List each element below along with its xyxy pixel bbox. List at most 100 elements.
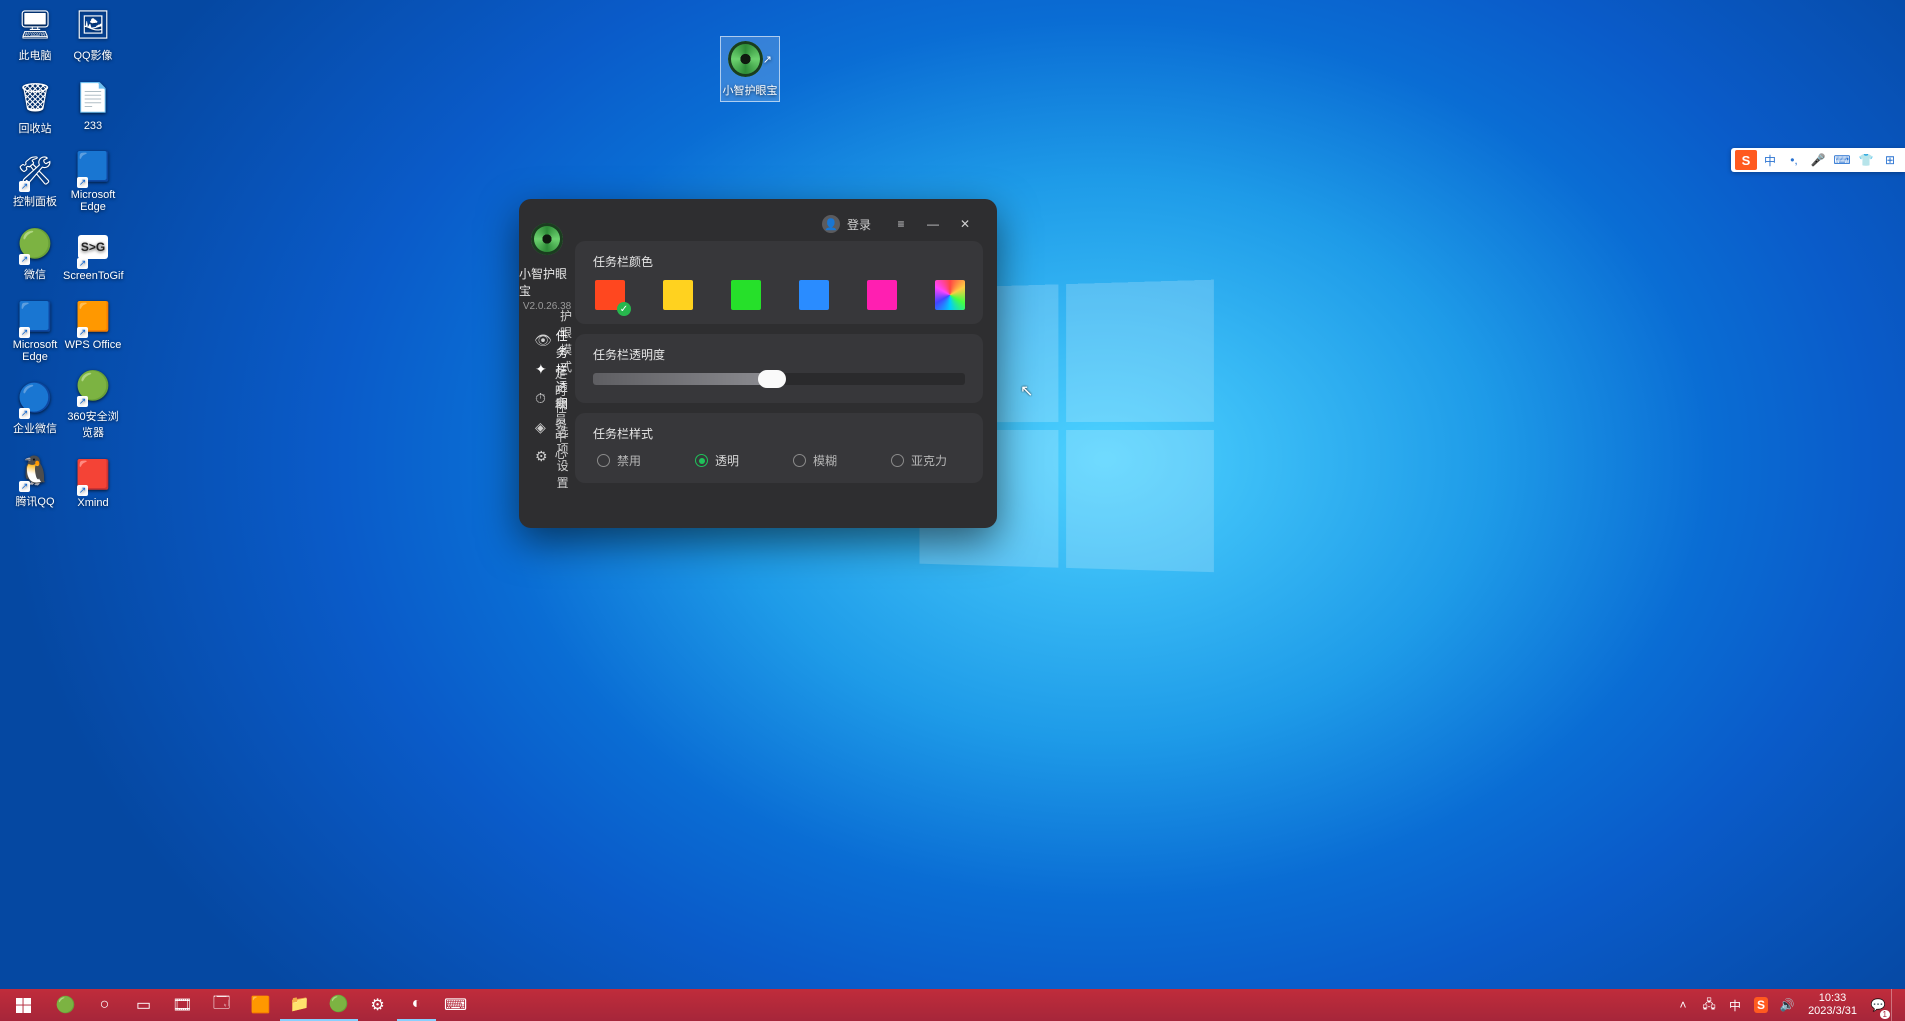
xiaozhi-taskbtn[interactable]: 🗔 (202, 989, 241, 1021)
wps-taskbtn[interactable]: 🟧 (241, 989, 280, 1021)
slider-thumb[interactable] (758, 370, 786, 388)
desktop-shortcut-label: ScreenToGif (63, 270, 124, 282)
nav-eyecare-icon: 👁 (535, 332, 551, 349)
desktop-shortcut-wechat-icon[interactable]: 🟢 ↗ 微信 (7, 223, 63, 282)
taskbar-clock[interactable]: 10:33 2023/3/31 (1800, 992, 1865, 1018)
style-radio-label: 禁用 (617, 452, 641, 469)
ime-toggle-taskbtn[interactable]: ⌨ (436, 989, 475, 1021)
s2gif-taskbtn-icon: 🎞 (172, 995, 192, 1015)
desktop-shortcut-trash-icon[interactable]: 🗑 回收站 (7, 77, 63, 136)
shortcut-arrow-icon: ↗ (77, 485, 88, 496)
desktop-shortcut-wework-icon[interactable]: 🔵 ↗ 企业微信 (7, 377, 63, 436)
desktop-shortcut-label: 此电脑 (19, 50, 52, 62)
style-radio-label: 模糊 (813, 452, 837, 469)
desktop-shortcut-label: WPS Office (65, 339, 122, 351)
ime-lang[interactable]: 中 (1759, 150, 1781, 170)
nav-vip-icon: ◈ (535, 419, 546, 436)
desktop-shortcut-textfile-icon[interactable]: 📄 233 (63, 77, 123, 132)
desktop-shortcut-label: 企业微信 (13, 423, 57, 435)
start-button[interactable] (0, 989, 46, 1021)
desktop-shortcut-qq-icon[interactable]: 🐧 ↗ 腾讯QQ (7, 450, 63, 509)
style-radio-acrylic[interactable]: 亚克力 (891, 452, 947, 469)
app-title: 小智护眼宝 (519, 265, 575, 299)
s2gif-taskbtn[interactable]: 🎞 (163, 989, 202, 1021)
cortana-taskbtn[interactable]: ○ (85, 989, 124, 1021)
opacity-slider[interactable] (593, 373, 965, 385)
desktop-shortcut-xmind-icon[interactable]: 🟥 ↗ Xmind (63, 454, 123, 509)
taskbar-time: 10:33 (1808, 992, 1857, 1005)
app-nav: 👁 护眼模式✦ 任务栏透明⏱ 定时任务◈ 会员中心⚙ 选项设置 (519, 326, 575, 471)
wechat-icon: 🟢 ↗ (13, 223, 57, 263)
tray-sogou-icon: S (1754, 997, 1768, 1013)
desktop-shortcut-label: Microsoft Edge (13, 339, 58, 363)
style-radio-blur[interactable]: 模糊 (793, 452, 837, 469)
tray-ime-zh[interactable]: 中 (1722, 989, 1748, 1021)
login-button[interactable]: 👤 登录 (822, 215, 871, 233)
shortcut-arrow-icon: ↗ (19, 481, 30, 492)
explorer-taskbtn[interactable]: 📁 (280, 989, 319, 1021)
tray-overflow[interactable]: ˄ (1670, 989, 1696, 1021)
shortcut-arrow-icon: ↗ (19, 181, 30, 192)
360-browser-taskbtn[interactable]: 🟢 (46, 989, 85, 1021)
color-swatch-yellow[interactable] (663, 280, 693, 310)
desktop-shortcut-label: QQ影像 (73, 50, 112, 62)
radio-dot-icon (891, 454, 904, 467)
taskview-taskbtn[interactable]: ▭ (124, 989, 163, 1021)
nav-options[interactable]: ⚙ 选项设置 (519, 442, 575, 471)
tray-sogou[interactable]: S (1748, 989, 1774, 1021)
ime-skin[interactable]: 👕 (1855, 150, 1877, 170)
desktop-shortcut-pc-icon[interactable]: 🖥 此电脑 (7, 4, 63, 63)
desktop-shortcut-qqimage-icon[interactable]: 🖼 QQ影像 (63, 4, 123, 63)
desktop-shortcut-label: 控制面板 (13, 196, 57, 208)
desktop-shortcut-edge-icon[interactable]: 🟦 ↗ Microsoft Edge (63, 146, 123, 213)
tray-volume[interactable]: 🔊 (1774, 989, 1800, 1021)
style-radio-disable[interactable]: 禁用 (597, 452, 641, 469)
minimize-button[interactable]: — (925, 217, 941, 231)
desktop-shortcut-label: 233 (84, 120, 102, 132)
ime-floating-bar[interactable]: S中•,🎤⌨👕⊞ (1731, 148, 1905, 172)
app-content: 👤 登录 ≡ — ✕ 任务栏颜色 任务栏透明度 任务栏样式 禁用 (575, 199, 997, 528)
style-radio-label: 亚克力 (911, 452, 947, 469)
tray-volume-icon: 🔊 (1780, 998, 1795, 1012)
cortana-taskbtn-icon: ○ (100, 996, 110, 1014)
ime-voice[interactable]: 🎤 (1807, 150, 1829, 170)
360-browser-taskbtn-icon: 🟢 (56, 995, 76, 1015)
desktop-shortcut-s2gif-icon[interactable]: S>G ↗ ScreenToGif (63, 227, 123, 282)
taskbar: 🟢○▭🎞🗔🟧📁🟢⚙◐⌨ ˄🖧中S🔊 10:33 2023/3/31 💬 1 (0, 989, 1905, 1021)
action-center-button[interactable]: 💬 1 (1865, 989, 1891, 1021)
xiaozhi-app-icon: ↗ (728, 39, 772, 79)
desktop-shortcut-360-icon[interactable]: 🟢 ↗ 360安全浏览器 (63, 365, 123, 440)
color-swatch-rainbow[interactable] (935, 280, 965, 310)
tray-overflow-icon: ˄ (1680, 998, 1687, 1012)
ime-keyboard[interactable]: ⌨ (1831, 150, 1853, 170)
color-swatch-magenta[interactable] (867, 280, 897, 310)
close-button[interactable]: ✕ (957, 217, 973, 231)
edge-icon: 🟦 ↗ (13, 296, 57, 336)
desktop-shortcut-edge-icon[interactable]: 🟦 ↗ Microsoft Edge (7, 296, 63, 363)
color-swatch-blue[interactable] (799, 280, 829, 310)
style-radio-transparent[interactable]: 透明 (695, 452, 739, 469)
ime-brand[interactable]: S (1735, 150, 1757, 170)
s2gif-icon: S>G ↗ (71, 227, 115, 267)
tray-network[interactable]: 🖧 (1696, 989, 1722, 1021)
ime-punct[interactable]: •, (1783, 150, 1805, 170)
desktop-shortcut-wps-icon[interactable]: 🟧 ↗ WPS Office (63, 296, 123, 351)
wechat-taskbtn[interactable]: 🟢 (319, 989, 358, 1021)
color-swatch-red[interactable] (595, 280, 625, 310)
desktop-shortcut-controlpanel-icon[interactable]: 🛠 ↗ 控制面板 (7, 150, 63, 209)
radio-dot-icon (597, 454, 610, 467)
hamburger-menu-icon[interactable]: ≡ (893, 217, 909, 231)
ime-toolbox[interactable]: ⊞ (1879, 150, 1901, 170)
color-swatch-green[interactable] (731, 280, 761, 310)
desktop-shortcut-label: 微信 (24, 269, 46, 281)
nav-options-label: 选项设置 (557, 423, 575, 491)
show-desktop-button[interactable] (1891, 989, 1899, 1021)
tray-network-icon: 🖧 (1702, 995, 1715, 1016)
desktop-shortcut-label: Microsoft Edge (71, 189, 116, 213)
notification-badge: 1 (1880, 1010, 1890, 1019)
settings-taskbtn[interactable]: ⚙ (358, 989, 397, 1021)
eyecare-app-taskbtn[interactable]: ◐ (397, 989, 436, 1021)
desktop-shortcut-xiaozhi-selected[interactable]: ↗ 小智护眼宝 (720, 36, 780, 102)
shortcut-arrow-icon: ↗ (19, 408, 30, 419)
shortcut-arrow-icon: ↗ (77, 396, 88, 407)
